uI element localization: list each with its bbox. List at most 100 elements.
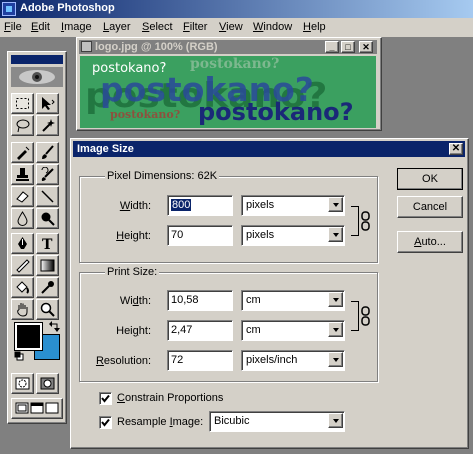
pen-tool[interactable] [11,233,34,254]
hand-tool[interactable] [11,299,34,320]
maximize-button[interactable]: □ [341,41,355,53]
blur-tool[interactable] [11,208,34,229]
pixel-width-input[interactable]: 800 [167,195,233,216]
ruler-icon [16,259,30,273]
resolution-input[interactable]: 72 [167,350,233,371]
gradient-tool[interactable] [36,255,59,276]
pixel-height-label: Height: [116,230,151,242]
menu-edit[interactable]: Edit [31,21,50,33]
type-t-icon: T [42,237,53,251]
swap-colors-icon[interactable] [48,321,62,333]
pixel-dimensions-legend: Pixel Dimensions: 62K [105,170,220,182]
dialog-title-bar[interactable]: Image Size ✕ [73,141,465,157]
image-canvas[interactable]: postokano? postokano? postokano? postoka… [80,56,376,128]
minimize-button[interactable]: _ [325,41,339,53]
chain-link-icon [361,306,370,326]
airbrush-tool[interactable] [11,142,34,163]
magic-wand-tool[interactable] [36,115,59,136]
menu-filter[interactable]: Filter [183,21,207,33]
zoom-tool[interactable] [36,299,59,320]
lasso-tool[interactable] [11,115,34,136]
auto-button[interactable]: Auto... [397,231,463,253]
standard-mode-button[interactable] [11,373,34,394]
print-width-unit-select[interactable]: cm [241,290,345,311]
eyedropper-tool[interactable] [36,277,59,298]
pixel-width-label: Width: [119,200,151,212]
marquee-icon [16,98,29,109]
toolbox-eye-logo [11,67,63,87]
print-height-unit-select[interactable]: cm [241,320,345,341]
type-tool[interactable]: T [36,233,59,254]
pixel-dimensions-group [79,176,378,263]
move-tool[interactable] [36,93,59,114]
resample-image-label[interactable]: Resample Image: [117,416,203,428]
marquee-tool[interactable] [11,93,34,114]
toolbox: T [7,51,67,424]
magnifier-icon [40,302,55,317]
history-brush-tool[interactable] [36,164,59,185]
paintbrush-tool[interactable] [36,142,59,163]
dialog-title: Image Size [77,143,134,155]
print-constrain-bracket [351,301,359,331]
resample-method-select[interactable]: Bicubic [209,411,345,432]
gradient-icon [40,259,55,272]
line-tool[interactable] [36,186,59,207]
dropdown-arrow-icon[interactable] [328,197,343,212]
ok-button[interactable]: OK [397,168,463,190]
close-button[interactable]: ✕ [359,41,373,53]
blur-drop-icon [17,211,28,226]
menu-help[interactable]: Help [303,21,326,33]
svg-text:T: T [42,237,53,251]
pixel-height-unit-select[interactable]: pixels [241,225,345,246]
stamp-icon [16,168,29,181]
screen-mode-icons[interactable] [15,402,59,414]
screen-mode-group [11,398,63,419]
toolbox-title-bar[interactable] [11,55,63,64]
eraser-icon [16,191,29,203]
resample-image-checkbox[interactable] [99,416,112,429]
menu-layer[interactable]: Layer [103,21,131,33]
measure-tool[interactable] [11,255,34,276]
quick-mask-icon [40,377,55,390]
print-height-input[interactable]: 2,47 [167,320,233,341]
dropdown-arrow-icon[interactable] [328,292,343,307]
cancel-button[interactable]: Cancel [397,196,463,218]
constrain-proportions-label[interactable]: Constrain Proportions [117,392,223,404]
checkmark-icon [101,418,110,427]
default-colors-icon[interactable] [14,351,24,361]
move-arrow-icon [42,97,55,110]
pixel-height-input[interactable]: 70 [167,225,233,246]
dialog-close-button[interactable]: ✕ [449,143,463,155]
menu-bar: File Edit Image Layer Select Filter View… [0,18,473,38]
chain-link-icon [361,211,370,231]
dropdown-arrow-icon[interactable] [328,352,343,367]
canvas-text-red: postokano? [110,108,181,121]
print-width-label: Width: [119,295,151,307]
dropdown-arrow-icon[interactable] [328,322,343,337]
print-width-input[interactable]: 10,58 [167,290,233,311]
checkmark-icon [101,394,110,403]
quick-mask-button[interactable] [36,373,59,394]
document-title: logo.jpg @ 100% (RGB) [95,41,218,53]
document-title-bar[interactable]: logo.jpg @ 100% (RGB) _ □ ✕ [79,40,377,54]
dropdown-arrow-icon[interactable] [328,227,343,242]
dodge-tool[interactable] [36,208,59,229]
menu-file[interactable]: File [4,21,22,33]
app-title-bar: Adobe Photoshop [0,0,473,18]
pixel-constrain-bracket [351,206,359,236]
menu-image[interactable]: Image [61,21,92,33]
menu-select[interactable]: Select [142,21,173,33]
document-window: logo.jpg @ 100% (RGB) _ □ ✕ postokano? p… [76,37,382,131]
dodge-icon [41,212,55,226]
constrain-proportions-checkbox[interactable] [99,392,112,405]
foreground-color-swatch[interactable] [14,322,43,351]
resolution-unit-select[interactable]: pixels/inch [241,350,345,371]
eraser-tool[interactable] [11,186,34,207]
menu-window[interactable]: Window [253,21,292,33]
menu-view[interactable]: View [219,21,243,33]
dropdown-arrow-icon[interactable] [328,413,343,428]
pixel-width-unit-select[interactable]: pixels [241,195,345,216]
paint-bucket-tool[interactable] [11,277,34,298]
canvas-text-bold-navy: postokano? [198,98,354,126]
rubber-stamp-tool[interactable] [11,164,34,185]
